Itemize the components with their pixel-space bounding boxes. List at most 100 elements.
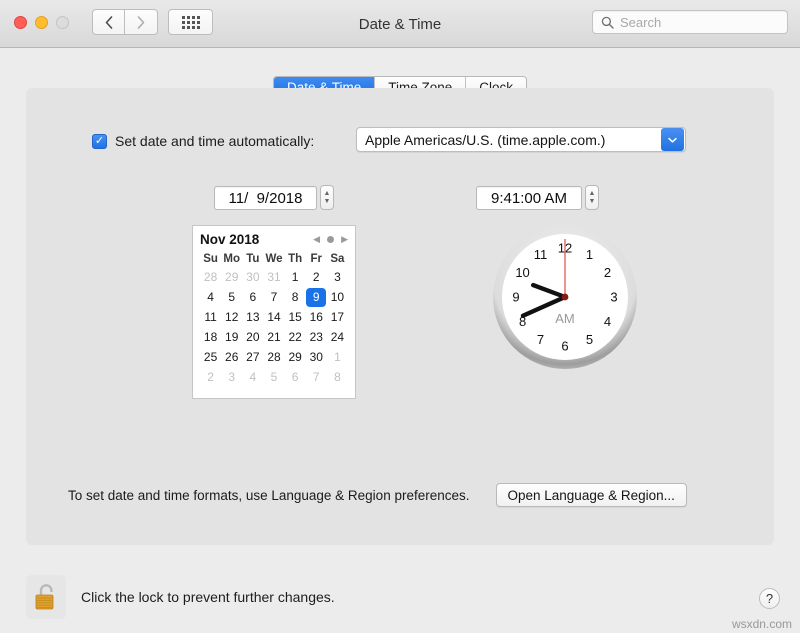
calendar-weekday-header: Su bbox=[200, 250, 221, 267]
calendar-weekday-header: Th bbox=[285, 250, 306, 267]
search-placeholder: Search bbox=[620, 15, 661, 30]
calendar-day-cell[interactable]: 11 bbox=[200, 307, 221, 327]
calendar-day-cell[interactable]: 5 bbox=[221, 287, 242, 307]
time-server-value: Apple Americas/U.S. (time.apple.com.) bbox=[357, 132, 661, 148]
clock-numeral: 11 bbox=[534, 247, 548, 262]
calendar-day-cell[interactable]: 23 bbox=[306, 327, 327, 347]
calendar-grid: SuMoTuWeThFrSa28293031123456789101112131… bbox=[200, 250, 348, 387]
calendar-day-cell[interactable]: 31 bbox=[263, 267, 284, 287]
help-button[interactable]: ? bbox=[759, 588, 780, 609]
watermark: wsxdn.com bbox=[732, 617, 792, 631]
calendar-header: Nov 2018 ◀ ▶ bbox=[200, 232, 348, 247]
calendar-day-cell[interactable]: 22 bbox=[285, 327, 306, 347]
calendar-day-cell[interactable]: 26 bbox=[221, 347, 242, 367]
time-stepper[interactable]: ▲ ▼ bbox=[585, 185, 599, 210]
calendar-day-cell[interactable]: 7 bbox=[263, 287, 284, 307]
preferences-panel: ✓ Set date and time automatically: Apple… bbox=[26, 88, 774, 545]
chevron-down-icon bbox=[661, 128, 684, 151]
calendar-day-cell[interactable]: 12 bbox=[221, 307, 242, 327]
clock-numeral: 6 bbox=[561, 339, 568, 354]
checkmark-icon: ✓ bbox=[95, 136, 104, 147]
auto-datetime-row: ✓ Set date and time automatically: bbox=[92, 133, 314, 149]
calendar-day-cell[interactable]: 2 bbox=[200, 367, 221, 387]
calendar-day-cell[interactable]: 18 bbox=[200, 327, 221, 347]
lock-row[interactable]: Click the lock to prevent further change… bbox=[26, 575, 335, 619]
calendar-day-cell[interactable]: 19 bbox=[221, 327, 242, 347]
calendar-day-cell[interactable]: 4 bbox=[200, 287, 221, 307]
clock-numeral: 1 bbox=[586, 247, 593, 262]
calendar-day-cell[interactable]: 20 bbox=[242, 327, 263, 347]
calendar-nav: ◀ ▶ bbox=[313, 235, 348, 244]
calendar-widget[interactable]: Nov 2018 ◀ ▶ SuMoTuWeThFrSa2829303112345… bbox=[192, 225, 356, 399]
calendar-day-cell[interactable]: 8 bbox=[327, 367, 348, 387]
stepper-down-icon[interactable]: ▼ bbox=[589, 198, 596, 206]
calendar-day-cell[interactable]: 7 bbox=[306, 367, 327, 387]
calendar-day-cell[interactable]: 24 bbox=[327, 327, 348, 347]
set-automatically-checkbox[interactable]: ✓ bbox=[92, 134, 107, 149]
clock-numeral: 5 bbox=[586, 332, 593, 347]
set-automatically-label: Set date and time automatically: bbox=[115, 133, 314, 149]
calendar-day-cell[interactable]: 9 bbox=[306, 287, 327, 307]
calendar-day-cell[interactable]: 10 bbox=[327, 287, 348, 307]
calendar-day-cell[interactable]: 17 bbox=[327, 307, 348, 327]
search-field[interactable]: Search bbox=[592, 10, 788, 34]
stepper-up-icon[interactable]: ▲ bbox=[324, 190, 331, 198]
format-hint-text: To set date and time formats, use Langua… bbox=[68, 488, 470, 503]
window-titlebar: Date & Time Search bbox=[0, 0, 800, 48]
calendar-day-cell[interactable]: 16 bbox=[306, 307, 327, 327]
calendar-day-cell[interactable]: 6 bbox=[242, 287, 263, 307]
calendar-day-cell[interactable]: 21 bbox=[263, 327, 284, 347]
lock-hint-text: Click the lock to prevent further change… bbox=[81, 589, 335, 605]
calendar-weekday-header: Tu bbox=[242, 250, 263, 267]
calendar-weekday-header: Fr bbox=[306, 250, 327, 267]
analog-clock: 121234567891011 AM bbox=[491, 223, 639, 371]
calendar-weekday-header: Mo bbox=[221, 250, 242, 267]
calendar-day-cell[interactable]: 1 bbox=[327, 347, 348, 367]
clock-numeral: 3 bbox=[610, 290, 617, 305]
calendar-day-cell[interactable]: 27 bbox=[242, 347, 263, 367]
clock-numeral: 7 bbox=[537, 332, 544, 347]
calendar-day-cell[interactable]: 14 bbox=[263, 307, 284, 327]
calendar-day-cell[interactable]: 25 bbox=[200, 347, 221, 367]
calendar-day-cell[interactable]: 29 bbox=[221, 267, 242, 287]
search-icon bbox=[601, 16, 614, 29]
clock-center-cap bbox=[562, 294, 569, 301]
calendar-day-cell[interactable]: 2 bbox=[306, 267, 327, 287]
calendar-weekday-header: We bbox=[263, 250, 284, 267]
triangle-left-icon[interactable]: ◀ bbox=[313, 235, 320, 244]
calendar-day-cell[interactable]: 30 bbox=[242, 267, 263, 287]
date-stepper[interactable]: ▲ ▼ bbox=[320, 185, 334, 210]
calendar-day-cell[interactable]: 29 bbox=[285, 347, 306, 367]
calendar-day-cell[interactable]: 6 bbox=[285, 367, 306, 387]
calendar-day-cell[interactable]: 1 bbox=[285, 267, 306, 287]
calendar-month-label: Nov 2018 bbox=[200, 232, 259, 247]
open-language-region-button[interactable]: Open Language & Region... bbox=[496, 483, 687, 507]
clock-numeral: 9 bbox=[512, 290, 519, 305]
calendar-day-cell[interactable]: 13 bbox=[242, 307, 263, 327]
calendar-selected-day[interactable]: 9 bbox=[306, 288, 326, 307]
calendar-day-cell[interactable]: 3 bbox=[221, 367, 242, 387]
calendar-day-cell[interactable]: 8 bbox=[285, 287, 306, 307]
time-input[interactable]: 9:41:00 AM bbox=[476, 186, 582, 210]
date-input[interactable]: 11/ 9/2018 bbox=[214, 186, 317, 210]
stepper-down-icon[interactable]: ▼ bbox=[324, 198, 331, 206]
clock-numeral: 4 bbox=[604, 314, 611, 329]
calendar-day-cell[interactable]: 4 bbox=[242, 367, 263, 387]
analog-clock-face: 121234567891011 AM bbox=[491, 223, 639, 371]
calendar-day-cell[interactable]: 5 bbox=[263, 367, 284, 387]
clock-numeral: 2 bbox=[604, 265, 611, 280]
unlocked-padlock-icon[interactable] bbox=[26, 575, 66, 619]
stepper-up-icon[interactable]: ▲ bbox=[589, 190, 596, 198]
clock-meridiem: AM bbox=[555, 311, 575, 326]
calendar-day-cell[interactable]: 15 bbox=[285, 307, 306, 327]
calendar-weekday-header: Sa bbox=[327, 250, 348, 267]
time-server-dropdown[interactable]: Apple Americas/U.S. (time.apple.com.) bbox=[356, 127, 686, 152]
calendar-day-cell[interactable]: 28 bbox=[263, 347, 284, 367]
calendar-day-cell[interactable]: 3 bbox=[327, 267, 348, 287]
format-row: To set date and time formats, use Langua… bbox=[68, 483, 687, 507]
calendar-day-cell[interactable]: 30 bbox=[306, 347, 327, 367]
calendar-day-cell[interactable]: 28 bbox=[200, 267, 221, 287]
date-time-preferences-window: Date & Time Search Date & Time Time Zone… bbox=[0, 0, 800, 633]
triangle-right-icon[interactable]: ▶ bbox=[341, 235, 348, 244]
today-dot-icon[interactable] bbox=[327, 236, 334, 243]
